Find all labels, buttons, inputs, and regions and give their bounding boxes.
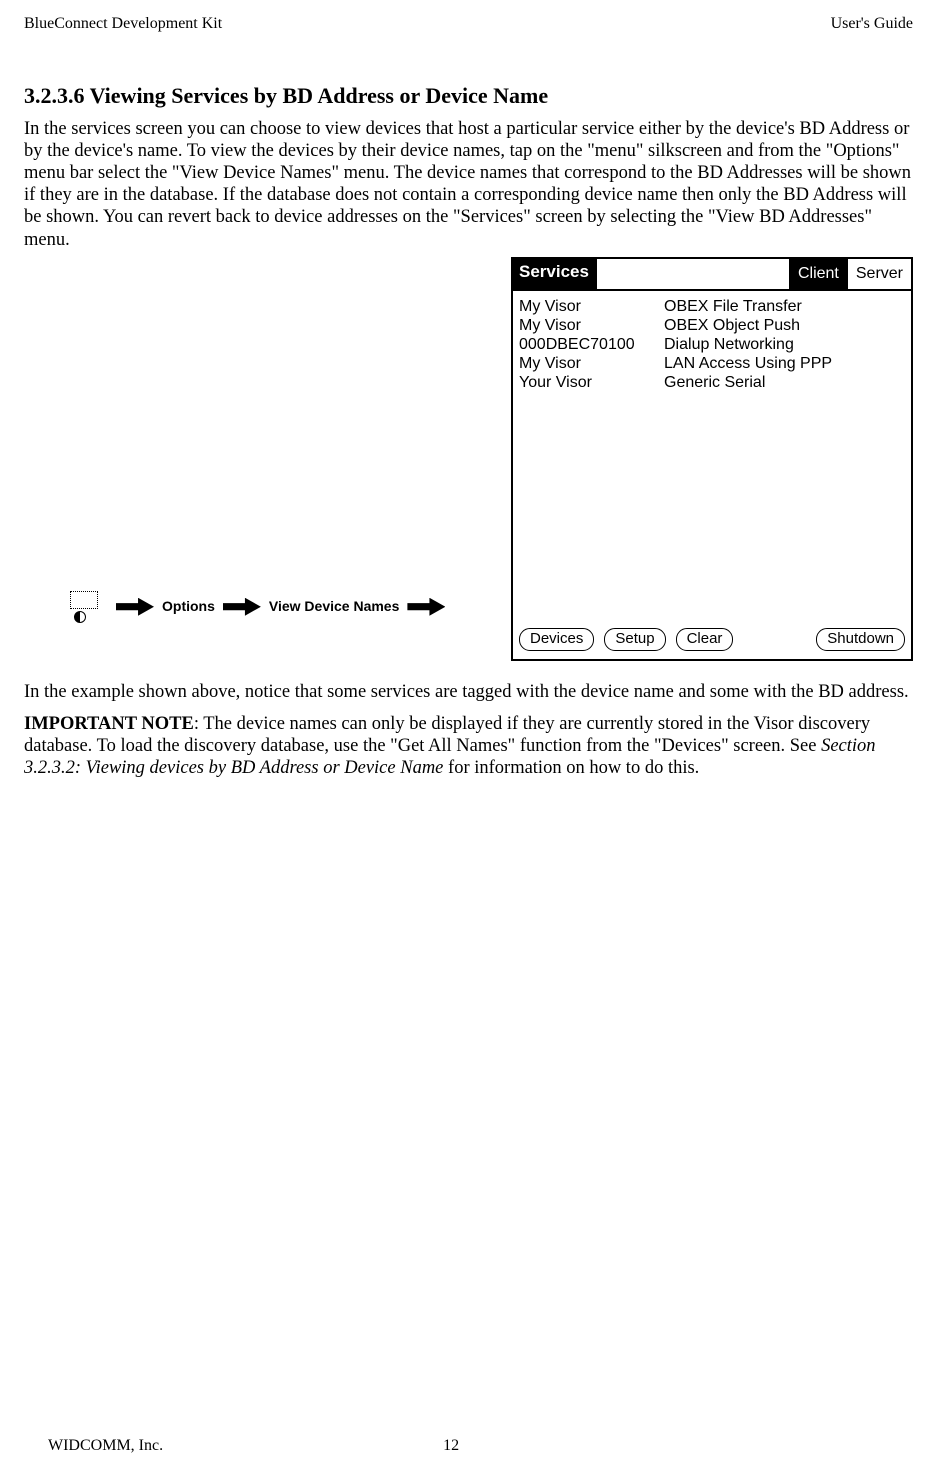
devices-button[interactable]: Devices: [519, 628, 594, 651]
section-title: Viewing Services by BD Address or Device…: [90, 83, 549, 108]
arrow-right-icon: [116, 598, 154, 616]
footer-page-number: 12: [443, 1436, 459, 1455]
device-name-cell: Your Visor: [519, 373, 664, 392]
list-item[interactable]: My Visor OBEX File Transfer: [519, 297, 905, 316]
device-name-cell: 000DBEC70100: [519, 335, 664, 354]
pda-screenshot: Services Client Server My Visor OBEX Fil…: [511, 257, 913, 661]
service-name-cell: Generic Serial: [664, 373, 765, 392]
tab-server[interactable]: Server: [847, 259, 911, 289]
note-body-b: for information on how to do this.: [443, 758, 699, 778]
device-name-cell: My Visor: [519, 297, 664, 316]
arrow-right-icon: [407, 598, 445, 616]
page: BlueConnect Development Kit User's Guide…: [24, 0, 913, 1469]
services-list: My Visor OBEX File Transfer My Visor OBE…: [513, 291, 911, 622]
list-item[interactable]: My Visor OBEX Object Push: [519, 316, 905, 335]
menu-step-view-device-names: View Device Names: [269, 598, 400, 615]
pda-button-row: Devices Setup Clear Shutdown: [513, 622, 911, 659]
clear-button[interactable]: Clear: [676, 628, 734, 651]
device-name-cell: My Visor: [519, 354, 664, 373]
arrow-right-icon: [223, 598, 261, 616]
paragraph-1: In the services screen you can choose to…: [24, 118, 913, 251]
header-right: User's Guide: [831, 14, 913, 33]
pda-titlebar: Services Client Server: [513, 259, 911, 291]
contrast-circle-icon: [74, 611, 86, 623]
section-heading: 3.2.3.6 Viewing Services by BD Address o…: [24, 83, 913, 109]
silkscreen-menu-icon: [64, 589, 108, 625]
service-name-cell: OBEX File Transfer: [664, 297, 802, 316]
pda-screen-title: Services: [513, 259, 597, 289]
shutdown-button[interactable]: Shutdown: [816, 628, 905, 651]
important-note: IMPORTANT NOTE: The device names can onl…: [24, 713, 913, 780]
list-item[interactable]: 000DBEC70100 Dialup Networking: [519, 335, 905, 354]
header-left: BlueConnect Development Kit: [24, 14, 222, 33]
service-name-cell: OBEX Object Push: [664, 316, 800, 335]
section-number: 3.2.3.6: [24, 83, 85, 108]
footer-company: WIDCOMM, Inc.: [48, 1436, 163, 1455]
list-item[interactable]: Your Visor Generic Serial: [519, 373, 905, 392]
figure-region: Options View Device Names Services Clien…: [24, 257, 913, 661]
list-item[interactable]: My Visor LAN Access Using PPP: [519, 354, 905, 373]
dotted-box-icon: [70, 591, 98, 609]
service-name-cell: LAN Access Using PPP: [664, 354, 832, 373]
service-name-cell: Dialup Networking: [664, 335, 794, 354]
setup-button[interactable]: Setup: [604, 628, 665, 651]
menu-navigation-sequence: Options View Device Names: [24, 589, 445, 661]
menu-step-options: Options: [162, 598, 215, 615]
tab-client[interactable]: Client: [789, 259, 847, 289]
note-label: IMPORTANT NOTE: [24, 714, 194, 734]
page-footer: WIDCOMM, Inc. 12: [48, 1436, 459, 1455]
page-header: BlueConnect Development Kit User's Guide: [24, 0, 913, 83]
paragraph-2: In the example shown above, notice that …: [24, 681, 913, 703]
device-name-cell: My Visor: [519, 316, 664, 335]
